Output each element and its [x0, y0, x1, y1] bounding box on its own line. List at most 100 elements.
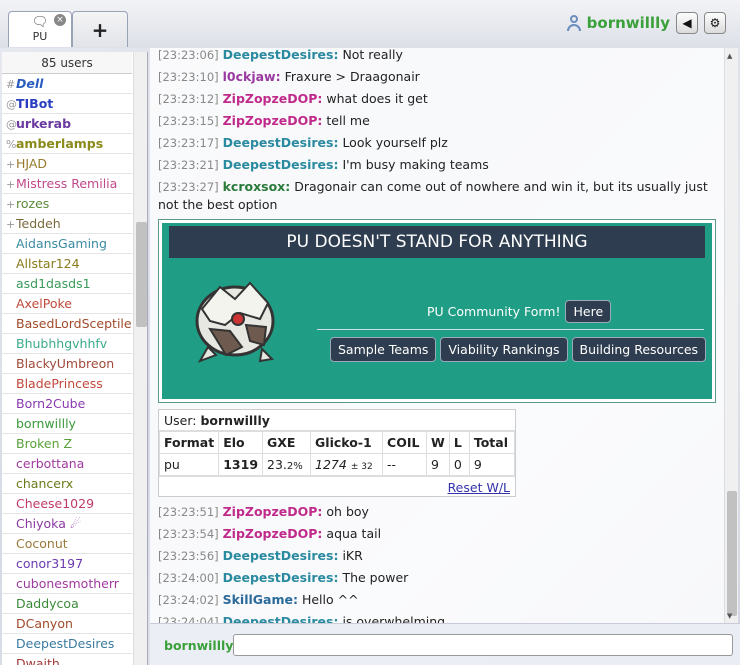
user-list-item[interactable]: AxelPoke [2, 294, 132, 314]
user-name: Daddycoa [16, 596, 79, 611]
message-username[interactable]: DeepestDesires: [223, 135, 339, 150]
message-username[interactable]: DeepestDesires: [223, 570, 339, 585]
user-list-item[interactable]: BlackyUmbreon [2, 354, 132, 374]
user-list-item[interactable]: Chiyoka ☄ [2, 514, 132, 534]
user-name: Coconut [16, 536, 68, 551]
scrollbar-thumb[interactable] [136, 222, 147, 327]
table-header-row: Format Elo GXE Glicko-1 COIL W L Total [158, 431, 516, 454]
user-list-item[interactable]: chancerx [2, 474, 132, 494]
user-list-item[interactable]: Born2Cube [2, 394, 132, 414]
user-list-item[interactable]: @urkerab [2, 114, 132, 134]
timestamp: [23:23:15] [158, 114, 219, 128]
volume-icon[interactable]: ◀ [676, 12, 698, 34]
scroll-down-icon[interactable]: ▼ [727, 612, 732, 620]
user-list-item[interactable]: DeepestDesires [2, 634, 132, 654]
user-icon [566, 15, 581, 31]
settings-gear-icon[interactable]: ⚙ [704, 12, 726, 34]
timestamp: [23:23:21] [158, 158, 219, 172]
forum-here-button[interactable]: Here [565, 300, 612, 323]
user-list-item[interactable]: bornwillly [2, 414, 132, 434]
forum-link-row: PU Community Form! Here [427, 300, 612, 323]
user-rank: + [6, 178, 16, 191]
user-list-item[interactable]: BladePrincess [2, 374, 132, 394]
scroll-up-icon[interactable]: ▲ [727, 52, 732, 60]
message-username[interactable]: ZipZopzeDOP: [223, 526, 323, 541]
user-list-item[interactable]: Coconut [2, 534, 132, 554]
message-username[interactable]: DeepestDesires: [223, 614, 339, 623]
viability-rankings-button[interactable]: Viability Rankings [440, 337, 568, 362]
user-name: AidansGaming [16, 236, 107, 251]
user-name: rozes [16, 196, 50, 211]
user-list-item[interactable]: @TIBot [2, 94, 132, 114]
user-list-item[interactable]: Daddycoa [2, 594, 132, 614]
message-username[interactable]: ZipZopzeDOP: [223, 113, 323, 128]
message-text: what does it get [326, 91, 428, 106]
reset-wl-link[interactable]: Reset W/L [448, 480, 510, 495]
header-username[interactable]: bornwillly [587, 14, 670, 32]
user-list-item[interactable]: #Dell [2, 74, 132, 94]
user-list-item[interactable]: Dwaith [2, 654, 132, 665]
tab-pu[interactable]: 🗨 PU × [8, 11, 72, 47]
user-list-item[interactable]: DCanyon [2, 614, 132, 634]
pu-info-box: PU DOESN'T STAND FOR ANYTHING PU Communi… [158, 219, 716, 403]
user-list-item[interactable]: cerbottana [2, 454, 132, 474]
user-list-item[interactable]: +rozes [2, 194, 132, 214]
message-username[interactable]: SkillGame: [223, 592, 298, 607]
message-input[interactable] [233, 634, 733, 656]
user-list-item[interactable]: BasedLordSceptile [2, 314, 132, 334]
user-list-item[interactable]: Broken Z [2, 434, 132, 454]
message-username[interactable]: ZipZopzeDOP: [223, 504, 323, 519]
message-username[interactable]: DeepestDesires: [223, 157, 339, 172]
scrollbar-thumb[interactable] [727, 491, 737, 616]
cell-elo: 1319 [218, 453, 264, 476]
message-username[interactable]: l0ckjaw: [223, 69, 281, 84]
chat-scrollbar[interactable]: ▲ ▼ [724, 48, 738, 623]
user-name: Cheese1029 [16, 496, 95, 511]
user-list-item[interactable]: %amberlamps [2, 134, 132, 154]
user-list-item[interactable]: asd1dasds1 [2, 274, 132, 294]
message-text: is overwhelming [342, 614, 446, 623]
col-glicko: Glicko-1 [310, 431, 384, 454]
user-list-item[interactable]: +HJAD [2, 154, 132, 174]
new-tab-button[interactable]: + [72, 11, 128, 47]
close-icon[interactable]: × [54, 14, 66, 26]
chat-message: [23:23:17] DeepestDesires: Look yourself… [150, 132, 724, 154]
user-list-item[interactable]: Cheese1029 [2, 494, 132, 514]
message-username[interactable]: ZipZopzeDOP: [223, 91, 323, 106]
sample-teams-button[interactable]: Sample Teams [330, 337, 437, 362]
user-list-scrollbar[interactable] [133, 52, 147, 665]
table-row: pu 1319 23.2% 1274 ± 32 -- 9 0 9 [158, 453, 516, 476]
user-list-item[interactable]: AidansGaming [2, 234, 132, 254]
user-name: asd1dasds1 [16, 276, 91, 291]
user-rank: + [6, 158, 16, 171]
user-list-item[interactable]: Allstar124 [2, 254, 132, 274]
pu-button-row: Sample Teams Viability Rankings Building… [330, 337, 707, 362]
user-list-item[interactable]: +Teddeh [2, 214, 132, 234]
user-list-item[interactable]: cubonesmotherr [2, 574, 132, 594]
building-resources-button[interactable]: Building Resources [571, 337, 707, 362]
message-username[interactable]: kcroxsox: [223, 179, 291, 194]
user-name: cubonesmotherr [16, 576, 119, 591]
timestamp: [23:23:56] [158, 549, 219, 563]
user-name: TIBot [16, 96, 54, 111]
compose-username: bornwillly: [164, 638, 239, 653]
cell-w: 9 [426, 453, 450, 476]
cell-gxe: 23.2% [262, 453, 312, 476]
cell-glicko: 1274 ± 32 [310, 453, 384, 476]
timestamp: [23:23:51] [158, 505, 219, 519]
user-name: HJAD [16, 156, 48, 171]
message-username[interactable]: DeepestDesires: [223, 48, 339, 62]
message-text: Hello ^^ [301, 592, 359, 607]
col-gxe: GXE [262, 431, 312, 454]
user-list-item[interactable]: +Mistress Remilia [2, 174, 132, 194]
user-list-item[interactable]: Bhubhhgvhhfv [2, 334, 132, 354]
cell-coil: -- [382, 453, 428, 476]
cell-format: pu [158, 453, 220, 476]
user-name: DeepestDesires [16, 636, 115, 651]
user-area: bornwillly ◀ ⚙ [566, 12, 726, 34]
user-name: bornwillly [200, 413, 270, 428]
message-username[interactable]: DeepestDesires: [223, 548, 339, 563]
chat-message: [23:23:10] l0ckjaw: Fraxure > Draagonair [150, 66, 724, 88]
user-list-item[interactable]: conor3197 [2, 554, 132, 574]
message-text: iKR [342, 548, 363, 563]
